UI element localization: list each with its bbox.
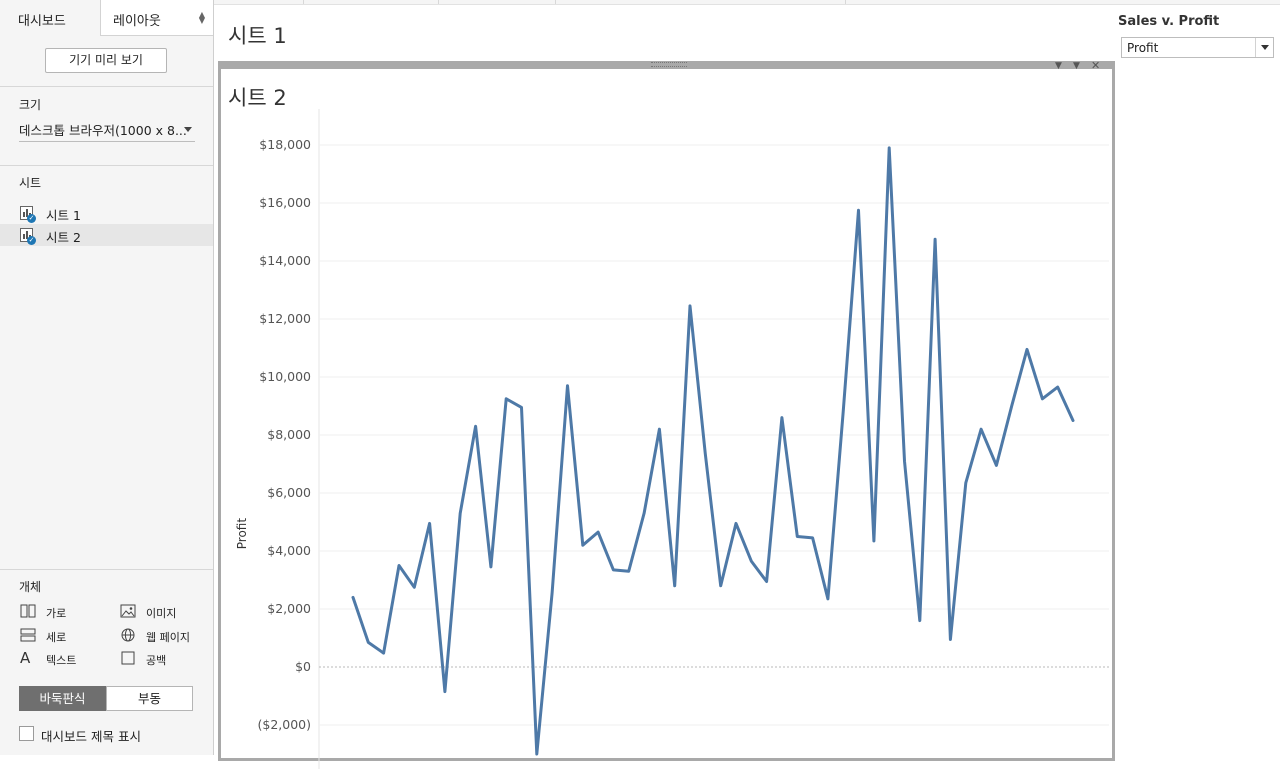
object-horizontal[interactable]: 가로	[20, 604, 110, 620]
y-tick-label: $10,000	[259, 369, 311, 384]
y-tick-label: ($2,000)	[258, 717, 312, 732]
sheet-item-2[interactable]: ✓ 시트 2	[0, 224, 213, 246]
section-divider	[0, 165, 213, 166]
worksheet-icon: ✓	[20, 228, 36, 245]
sheets-section-title: 시트	[19, 176, 42, 190]
drag-handle[interactable]	[651, 62, 687, 67]
object-label: 공백	[146, 654, 167, 667]
vertical-container-icon	[20, 628, 36, 642]
objects-section-title: 개체	[19, 580, 42, 594]
object-image[interactable]: 이미지	[120, 604, 210, 620]
sheet-item-label: 시트 2	[46, 230, 81, 245]
text-icon: A	[20, 649, 31, 667]
profit-series-line	[351, 146, 1075, 756]
check-badge-icon: ✓	[27, 236, 36, 245]
horizontal-container-icon	[20, 604, 36, 618]
object-vertical[interactable]: 세로	[20, 628, 110, 644]
dashboard-title: 시트 1	[228, 24, 287, 48]
parameter-dropdown[interactable]: Profit	[1121, 37, 1274, 58]
size-dropdown-value: 데스크톱 브라우저(1000 x 8...	[19, 123, 187, 138]
profit-line-chart: ($2,000) $0 $2,000 $4,000 $6,000 $8,000 $10,00…	[235, 109, 1109, 769]
object-label: 가로	[46, 607, 67, 620]
y-tick-label: $6,000	[267, 485, 311, 500]
object-label: 이미지	[146, 607, 177, 620]
object-label: 세로	[46, 631, 67, 644]
y-tick-label: $2,000	[267, 601, 311, 616]
tab-layout-label: 레이아웃	[113, 14, 161, 29]
sheet-2-container[interactable]: ▼ ▼ ✕ 시트 2 ($2,000) $0 $2,000 $4,000 $6,000 $…	[218, 59, 1115, 769]
object-label: 웹 페이지	[146, 631, 190, 644]
y-tick-label: $8,000	[267, 427, 311, 442]
y-axis-title: Profit	[235, 518, 249, 550]
sheet-item-label: 시트 1	[46, 208, 81, 223]
object-blank[interactable]: 공백	[120, 651, 210, 667]
y-tick-label: $14,000	[259, 253, 311, 268]
blank-icon	[121, 651, 135, 665]
show-title-label: 대시보드 제목 표시	[41, 729, 141, 744]
device-preview-button[interactable]: 기기 미리 보기	[45, 48, 167, 73]
dropdown-arrow-icon	[184, 127, 192, 132]
parameter-dropdown-button[interactable]	[1255, 38, 1273, 57]
top-strip	[214, 0, 1280, 5]
size-dropdown[interactable]: 데스크톱 브라우저(1000 x 8...	[19, 120, 195, 142]
dropdown-arrow-icon	[1261, 45, 1269, 50]
sheet-item-1[interactable]: ✓ 시트 1	[0, 202, 213, 224]
y-tick-label: $0	[295, 659, 311, 674]
worksheet-icon: ✓	[20, 206, 36, 223]
y-tick-label: $12,000	[259, 311, 311, 326]
y-tick-label: $16,000	[259, 195, 311, 210]
object-webpage[interactable]: 웹 페이지	[120, 628, 210, 644]
image-icon	[120, 604, 136, 618]
object-text[interactable]: A 텍스트	[20, 649, 110, 668]
floating-button[interactable]: 부동	[106, 686, 193, 711]
pane-tabs: 대시보드 레이아웃 ▲ ▼	[0, 0, 213, 36]
top-strip-divider	[555, 0, 556, 4]
tiled-button[interactable]: 바둑판식	[19, 686, 106, 711]
y-tick-label: $18,000	[259, 137, 311, 152]
object-label: 텍스트	[46, 654, 77, 667]
size-section-title: 크기	[19, 98, 42, 112]
top-strip-divider	[303, 0, 304, 4]
parameter-dropdown-value: Profit	[1127, 41, 1159, 55]
top-strip-divider	[438, 0, 439, 4]
y-tick-label: $4,000	[267, 543, 311, 558]
globe-icon	[121, 628, 135, 642]
check-badge-icon: ✓	[27, 214, 36, 223]
dashboard-side-pane: 대시보드 레이아웃 ▲ ▼ 기기 미리 보기 크기 데스크톱 브라우저(1000 …	[0, 0, 214, 755]
tab-layout[interactable]: 레이아웃 ▲ ▼	[100, 0, 213, 36]
section-divider	[0, 86, 213, 87]
updown-arrows-icon: ▲ ▼	[198, 10, 205, 25]
top-strip-divider	[845, 0, 846, 4]
layout-mode-toggle: 바둑판식 부동	[19, 686, 193, 711]
parameter-title: Sales v. Profit	[1118, 14, 1220, 29]
tab-dashboard[interactable]: 대시보드	[0, 0, 100, 36]
show-title-checkbox[interactable]	[19, 726, 34, 741]
section-divider	[0, 569, 213, 570]
